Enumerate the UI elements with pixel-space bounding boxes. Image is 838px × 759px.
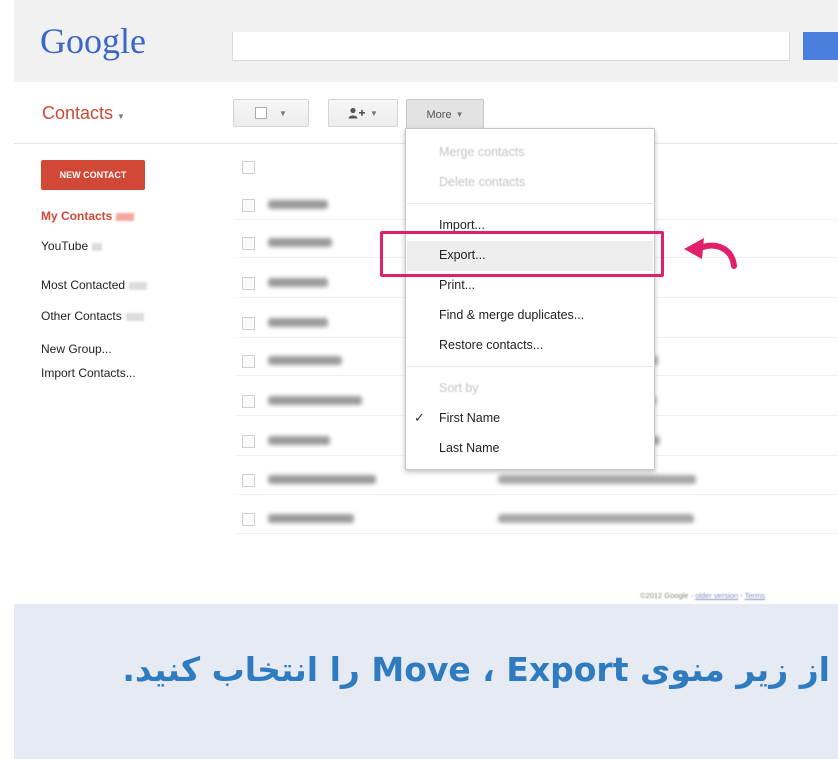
checkbox-icon — [255, 107, 268, 119]
row-checkbox[interactable] — [242, 237, 255, 250]
sidebar-item-label: Most Contacted — [41, 278, 126, 292]
menu-item-print[interactable]: Print... — [439, 278, 475, 292]
search-button[interactable] — [803, 32, 838, 60]
count-badge — [129, 281, 148, 290]
row-checkbox[interactable] — [242, 277, 255, 290]
chevron-down-icon: ▼ — [117, 112, 125, 121]
row-checkbox[interactable] — [242, 435, 255, 448]
copyright-text: ©2012 Google — [640, 591, 689, 600]
menu-divider — [407, 203, 653, 204]
menu-item-import[interactable]: Import... — [439, 218, 485, 232]
select-all-checkbox[interactable] — [242, 161, 255, 174]
more-button[interactable]: More ▼ — [406, 99, 484, 129]
contact-name-blurred — [268, 238, 332, 247]
contact-name-blurred — [268, 475, 376, 484]
contact-email-blurred — [498, 475, 696, 484]
sidebar-item-new-group[interactable]: New Group... — [41, 342, 112, 356]
row-checkbox[interactable] — [242, 474, 255, 487]
row-checkbox[interactable] — [242, 317, 255, 330]
search-input[interactable] — [232, 32, 790, 61]
menu-item-sort-first-name[interactable]: First Name — [439, 411, 500, 425]
menu-divider — [407, 366, 653, 367]
menu-item-sort-last-name[interactable]: Last Name — [439, 441, 499, 455]
sidebar-item-label: My Contacts — [41, 209, 113, 223]
sidebar-item-label: YouTube — [41, 239, 89, 253]
contact-name-blurred — [268, 200, 328, 209]
contact-name-blurred — [268, 318, 328, 327]
count-badge — [92, 242, 103, 251]
contact-email-blurred — [498, 514, 694, 523]
new-contact-button[interactable]: NEW CONTACT — [41, 160, 145, 190]
count-badge — [116, 212, 135, 221]
curved-arrow-icon — [684, 238, 737, 269]
contact-name-blurred — [268, 514, 354, 523]
sidebar-item-import-contacts[interactable]: Import Contacts... — [41, 366, 136, 380]
google-logo[interactable]: Google — [40, 20, 146, 62]
add-to-group-button[interactable]: ▼ — [328, 99, 398, 127]
contacts-label: Contacts — [42, 103, 114, 123]
row-checkbox[interactable] — [242, 199, 255, 212]
chevron-down-icon: ▼ — [279, 108, 287, 118]
more-label: More — [426, 108, 452, 121]
sidebar-item-most-contacted[interactable]: Most Contacted — [41, 278, 148, 292]
menu-item-find-merge-duplicates[interactable]: Find & merge duplicates... — [439, 308, 584, 322]
person-add-icon — [348, 107, 366, 119]
footer-links: ©2012 Google - older version - Terms — [640, 591, 766, 600]
row-checkbox[interactable] — [242, 355, 255, 368]
contact-name-blurred — [268, 436, 330, 445]
checkmark-icon: ✓ — [414, 410, 425, 425]
menu-item-delete-contacts: Delete contacts — [439, 175, 526, 189]
more-dropdown-menu: Merge contacts Delete contacts Import...… — [405, 128, 655, 470]
contact-name-blurred — [268, 396, 362, 405]
older-version-link[interactable]: older version — [695, 591, 738, 600]
chevron-down-icon: ▼ — [370, 108, 378, 118]
contact-name-blurred — [268, 278, 328, 287]
sidebar-item-youtube[interactable]: YouTube — [41, 239, 103, 253]
table-row[interactable] — [236, 504, 838, 534]
count-badge — [125, 312, 144, 321]
menu-item-merge-contacts: Merge contacts — [439, 145, 525, 159]
terms-link[interactable]: Terms — [745, 591, 765, 600]
row-checkbox[interactable] — [242, 513, 255, 526]
instruction-caption: از زیر منوی Move ، Export را انتخاب کنید… — [122, 650, 830, 689]
contact-name-blurred — [268, 356, 342, 365]
sidebar-item-other-contacts[interactable]: Other Contacts — [41, 309, 144, 323]
export-highlight-box — [380, 231, 664, 277]
menu-item-restore-contacts[interactable]: Restore contacts... — [439, 338, 543, 352]
row-checkbox[interactable] — [242, 395, 255, 408]
select-all-button[interactable]: ▼ — [233, 99, 309, 127]
contacts-dropdown[interactable]: Contacts ▼ — [42, 103, 125, 124]
chevron-down-icon: ▼ — [455, 110, 464, 119]
sidebar-item-my-contacts[interactable]: My Contacts — [41, 209, 135, 223]
menu-label-sort-by: Sort by — [439, 381, 479, 395]
sidebar-item-label: Other Contacts — [41, 309, 122, 323]
